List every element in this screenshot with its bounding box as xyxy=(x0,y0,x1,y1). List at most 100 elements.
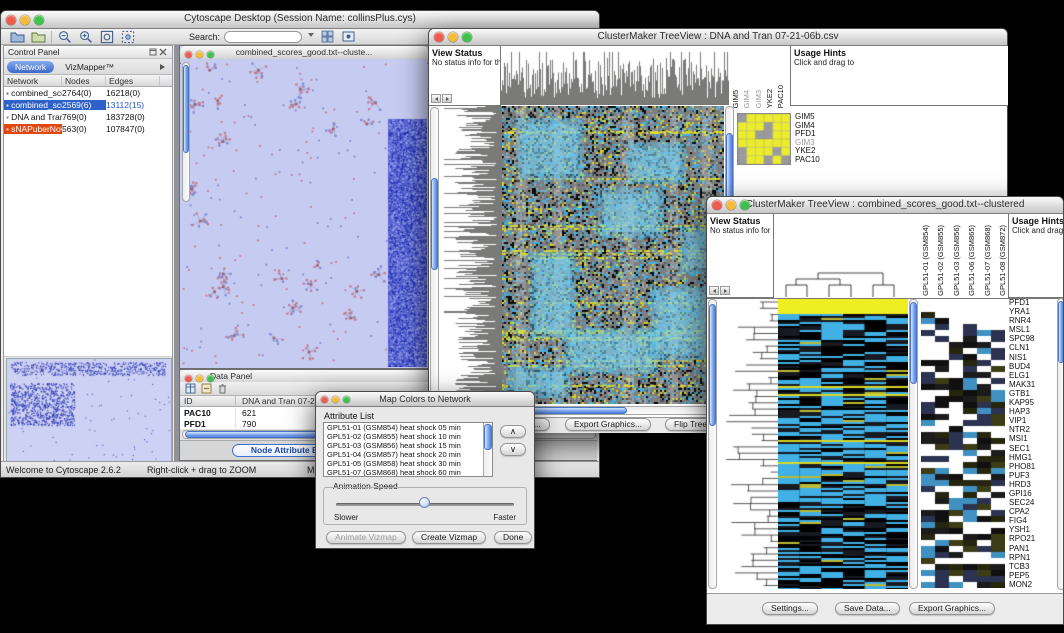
gene-label[interactable]: KAP95 xyxy=(1009,398,1056,407)
cytoscape-titlebar[interactable]: Cytoscape Desktop (Session Name: collins… xyxy=(1,11,599,29)
column-header-nodes[interactable]: Nodes xyxy=(62,76,106,86)
close-icon[interactable] xyxy=(185,375,192,382)
zoom-selected-icon[interactable] xyxy=(120,30,136,44)
save-data-button[interactable]: Save Data... xyxy=(835,602,900,615)
gene-label[interactable]: HMG1 xyxy=(1009,453,1056,462)
minimize-icon[interactable] xyxy=(726,200,736,210)
gene-label[interactable]: TCB3 xyxy=(1009,562,1056,571)
gene-label[interactable]: NTR2 xyxy=(1009,425,1056,434)
zoom-window-icon[interactable] xyxy=(343,396,350,403)
zoom-window-icon[interactable] xyxy=(34,15,44,25)
gene-label[interactable]: YRA1 xyxy=(1009,307,1056,316)
network-row[interactable]: combined_scores2764(0)16218(0) xyxy=(4,87,172,99)
scroll-left-icon[interactable] xyxy=(709,286,719,295)
gene-label[interactable]: FIG4 xyxy=(1009,516,1056,525)
column-dendrogram-canvas[interactable] xyxy=(501,46,729,105)
column-label[interactable]: GIM3 xyxy=(754,90,763,108)
minimize-icon[interactable] xyxy=(196,51,203,58)
gene-label[interactable]: PEP5 xyxy=(1009,571,1056,580)
overview-icon[interactable] xyxy=(340,30,356,44)
column-label[interactable]: GPL51-02 (GSM855) xyxy=(936,225,945,296)
gene-label[interactable]: HAP3 xyxy=(1009,407,1056,416)
close-icon[interactable] xyxy=(712,200,722,210)
column-label[interactable]: GPL51-07 (GSM868) xyxy=(983,225,992,296)
attribute-list-vscrollbar[interactable] xyxy=(483,423,492,476)
gene-label[interactable]: PAN1 xyxy=(1009,544,1056,553)
column-label[interactable]: YKE2 xyxy=(765,89,774,108)
column-label[interactable]: GPL51-08 (GSM872) xyxy=(998,225,1007,296)
gene-label[interactable]: PUF3 xyxy=(1009,471,1056,480)
export-graphics-button[interactable]: Export Graphics... xyxy=(909,602,995,615)
close-icon[interactable] xyxy=(434,32,444,42)
tabs-overflow-icon[interactable] xyxy=(160,64,168,70)
gene-label[interactable]: RPO21 xyxy=(1009,534,1056,543)
zoom-window-icon[interactable] xyxy=(740,200,750,210)
export-graphics-button[interactable]: Export Graphics... xyxy=(565,418,651,431)
network-canvas[interactable] xyxy=(181,59,427,367)
minimize-icon[interactable] xyxy=(20,15,30,25)
zoom-window-icon[interactable] xyxy=(207,375,214,382)
select-attributes-icon[interactable] xyxy=(184,383,196,395)
minimize-icon[interactable] xyxy=(448,32,458,42)
zoom-fit-icon[interactable] xyxy=(99,30,115,44)
network-row[interactable]: DNA and Tran 07769(0)183728(0) xyxy=(4,111,172,123)
gene-label[interactable]: PAC10 xyxy=(795,156,820,165)
data-column-id[interactable]: ID xyxy=(180,396,236,406)
settings-button[interactable]: Settings... xyxy=(762,602,818,615)
scroll-right-icon[interactable] xyxy=(442,94,452,103)
heatmap-canvas[interactable] xyxy=(502,106,724,404)
close-panel-icon[interactable] xyxy=(158,47,168,57)
dendrogram-vscrollbar[interactable] xyxy=(708,299,717,589)
gene-label[interactable]: NIS1 xyxy=(1009,353,1056,362)
zoom-heatmap-canvas[interactable] xyxy=(921,300,1005,588)
gene-label[interactable]: GPI16 xyxy=(1009,489,1056,498)
zoom-window-icon[interactable] xyxy=(207,51,214,58)
scroll-left-icon[interactable] xyxy=(431,94,441,103)
float-panel-icon[interactable] xyxy=(148,47,158,57)
map-colors-titlebar[interactable]: Map Colors to Network xyxy=(316,392,534,407)
treeview1-titlebar[interactable]: ClusterMaker TreeView : DNA and Tran 07-… xyxy=(429,29,1007,46)
attribute-function-icon[interactable] xyxy=(200,383,212,395)
treeview2-titlebar[interactable]: ClusterMaker TreeView : combined_scores_… xyxy=(707,197,1063,214)
done-button[interactable]: Done xyxy=(494,531,532,544)
gene-label[interactable]: YSH1 xyxy=(1009,525,1056,534)
column-dendrogram-canvas[interactable] xyxy=(775,217,905,297)
heatmap-canvas[interactable] xyxy=(778,299,908,589)
row-dendrogram-canvas[interactable] xyxy=(718,299,778,589)
attribute-list-item[interactable]: GPL51-01 (GSM854) heat shock 05 min xyxy=(325,423,482,432)
attribute-list-item[interactable]: GPL51-04 (GSM857) heat shock 20 min xyxy=(325,450,482,459)
attribute-list-item[interactable]: GPL51-03 (GSM856) heat shock 15 min xyxy=(325,441,482,450)
column-label[interactable]: GIM5 xyxy=(731,90,740,108)
heatmap-vscroll-thumb[interactable] xyxy=(910,302,917,384)
control-panel-tab[interactable]: VizMapper™ xyxy=(57,61,122,73)
gene-label[interactable]: MON2 xyxy=(1009,580,1056,589)
column-label[interactable]: GIM4 xyxy=(742,90,751,108)
gene-label[interactable]: SPC98 xyxy=(1009,334,1056,343)
delete-attribute-icon[interactable] xyxy=(216,383,228,395)
grid-icon[interactable] xyxy=(319,30,335,44)
minimize-icon[interactable] xyxy=(332,396,339,403)
gene-list-vscrollbar[interactable] xyxy=(1057,298,1064,590)
gene-label[interactable]: CLN1 xyxy=(1009,343,1056,352)
gene-label[interactable]: GTB1 xyxy=(1009,389,1056,398)
attribute-listbox[interactable]: GPL51-01 (GSM854) heat shock 05 minGPL51… xyxy=(323,422,493,477)
attribute-list-item[interactable]: GPL51-02 (GSM855) heat shock 10 min xyxy=(325,432,482,441)
network-row[interactable]: combined_sco2569(6)13112(15) xyxy=(4,99,172,111)
attribute-list-vscroll-thumb[interactable] xyxy=(484,424,492,450)
gene-label[interactable]: MAK31 xyxy=(1009,380,1056,389)
gene-label[interactable]: MSL1 xyxy=(1009,325,1056,334)
gene-label[interactable]: MSI1 xyxy=(1009,434,1056,443)
close-icon[interactable] xyxy=(185,51,192,58)
zoom-in-icon[interactable] xyxy=(78,30,94,44)
gene-label[interactable]: SEC1 xyxy=(1009,444,1056,453)
move-up-button[interactable]: ∧ xyxy=(500,425,526,438)
gene-label[interactable]: VIP1 xyxy=(1009,416,1056,425)
dendrogram-vscroll-thumb[interactable] xyxy=(709,304,716,426)
gene-list-vscroll-thumb[interactable] xyxy=(1058,301,1064,363)
scroll-right-icon[interactable] xyxy=(720,286,730,295)
search-options-chevron-icon[interactable] xyxy=(308,33,314,40)
animation-speed-slider[interactable] xyxy=(419,497,430,508)
column-label[interactable]: GPL51-06 (GSM865) xyxy=(967,225,976,296)
column-label[interactable]: GPL51-01 (GSM854) xyxy=(921,225,930,296)
heatmap-vscrollbar[interactable] xyxy=(909,299,918,589)
